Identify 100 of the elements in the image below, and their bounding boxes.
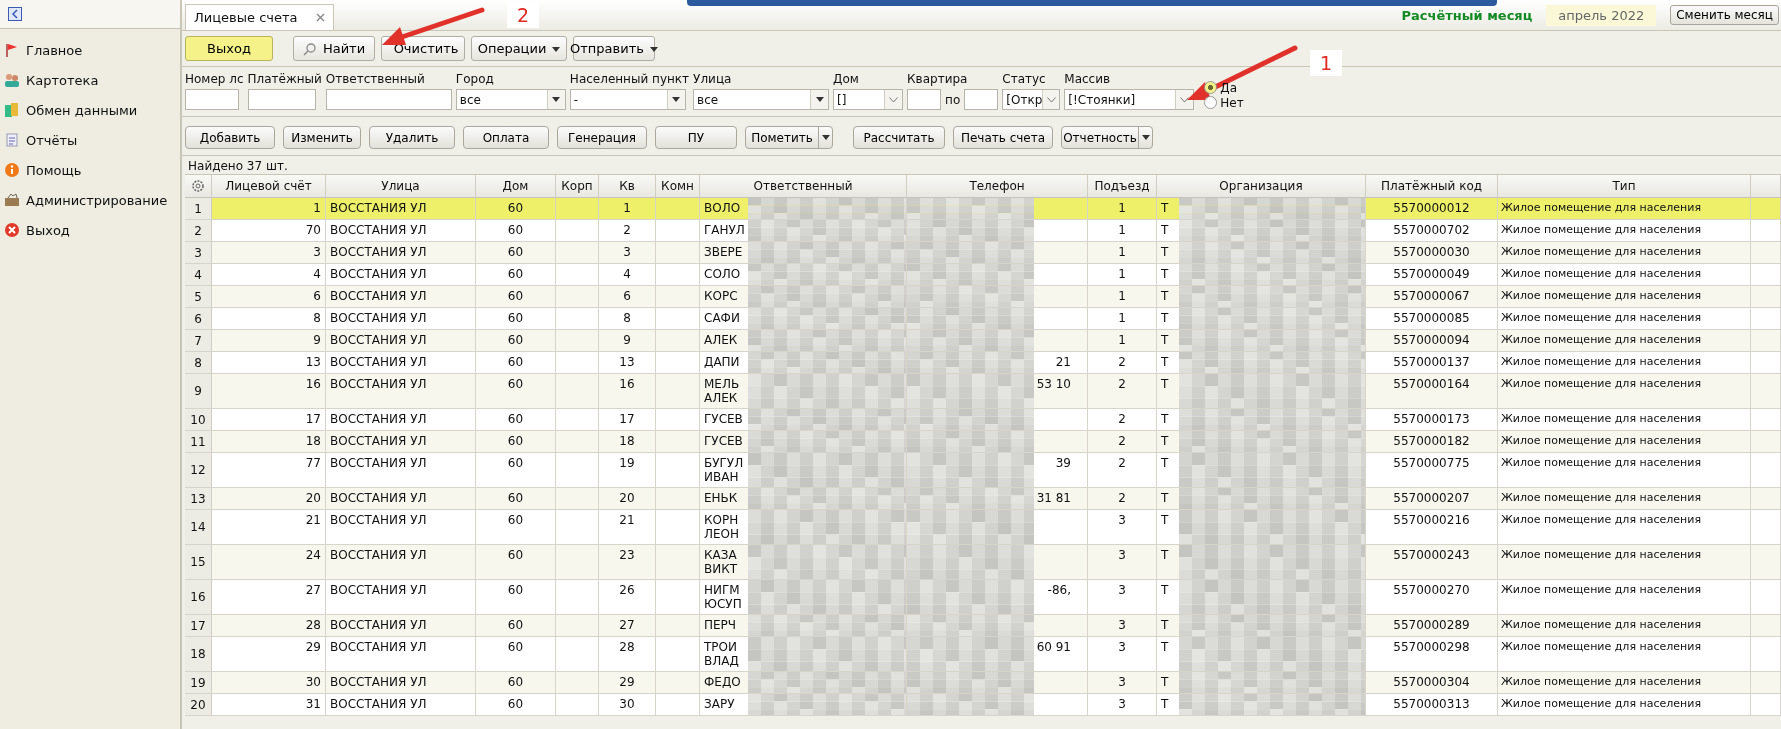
filter-combo[interactable]: [!Стоянки] — [1064, 89, 1195, 110]
caret-icon — [649, 46, 658, 52]
table-cell: ЗАРУ — [700, 694, 907, 716]
action-button[interactable]: Оплата — [463, 126, 549, 149]
table-cell: ФЕДО — [700, 672, 907, 694]
table-row[interactable]: 10 17 ВОССТАНИЯ УЛ 60 17 ГУСЕВ 2 Т 5570000173 Жилое помещение для населения — [185, 409, 1781, 431]
table-cell: 30 — [599, 694, 656, 716]
table-row[interactable]: 16 27 ВОССТАНИЯ УЛ 60 26 НИГМ ЮСУП -86, 3 Т 5570000270 Жилое помещение для населения — [185, 580, 1781, 615]
sidebar-item[interactable]: Выход — [0, 215, 180, 245]
filter-field[interactable] — [185, 89, 239, 110]
action-button[interactable]: Рассчитать — [853, 126, 945, 149]
action-button[interactable]: ПУ — [655, 126, 737, 149]
sidebar-item[interactable]: Помощь — [0, 155, 180, 185]
table-row[interactable]: 2 70 ВОССТАНИЯ УЛ 60 2 ГАНУЛ 1 Т 5570000702 Жилое помещение для населения — [185, 220, 1781, 242]
table-cell: ГАНУЛ — [700, 220, 907, 242]
table-row[interactable]: 3 3 ВОССТАНИЯ УЛ 60 3 ЗВЕРЕ 1 Т 5570000030 Жилое помещение для населения — [185, 242, 1781, 264]
table-row[interactable]: 6 8 ВОССТАНИЯ УЛ 60 8 САФИ 1 Т 5570000085 Жилое помещение для населения — [185, 308, 1781, 330]
table-cell: Т — [1157, 409, 1366, 431]
table-cell: ВОССТАНИЯ УЛ — [326, 694, 476, 716]
split-button[interactable]: Пометить — [745, 126, 833, 149]
table-cell: ТРОИ ВЛАД — [700, 637, 907, 672]
action-button[interactable]: Изменить — [283, 126, 361, 149]
table-cell: Т — [1157, 694, 1366, 716]
toolbar-button[interactable]: Очистить — [381, 36, 465, 61]
row-number: 10 — [185, 409, 212, 431]
row-number: 9 — [185, 374, 212, 409]
range-separator: по — [945, 92, 961, 107]
toolbar-button[interactable]: Найти — [293, 36, 375, 61]
table-row[interactable]: 9 16 ВОССТАНИЯ УЛ 60 16 МЕЛЬ АЛЕК 53 10 2 Т 5570000164 Жилое помещение для населения — [185, 374, 1781, 409]
filter-combo[interactable]: [Откр — [1002, 89, 1061, 110]
table-cell: САФИ — [700, 308, 907, 330]
toolbar-button[interactable]: Выход — [185, 36, 273, 61]
settings-icon[interactable] — [191, 179, 205, 193]
filter-combo[interactable]: все — [693, 89, 830, 110]
dropdown-button[interactable]: Операции — [471, 36, 567, 61]
chevron-icon — [1046, 96, 1056, 103]
row-number: 8 — [185, 352, 212, 374]
close-icon[interactable] — [315, 13, 325, 22]
change-month-button[interactable]: Сменить месяц — [1670, 5, 1779, 25]
found-count: Найдено 37 шт. — [187, 158, 289, 174]
sidebar-label: Администрирование — [26, 192, 168, 208]
table-cell: 3 — [1088, 694, 1157, 716]
annotation-number: 1 — [1310, 50, 1343, 76]
sidebar-item[interactable]: Главное — [0, 35, 180, 65]
sidebar-item[interactable]: Обмен данными — [0, 95, 180, 125]
table-row[interactable]: 12 77 ВОССТАНИЯ УЛ 60 19 БУГУЛ ИВАН 39 2 Т 5570000775 Жилое помещение для населения — [185, 453, 1781, 488]
table-row[interactable]: 4 4 ВОССТАНИЯ УЛ 60 4 СОЛО 1 Т 5570000049 Жилое помещение для населения — [185, 264, 1781, 286]
tab[interactable]: Лицевые счета — [185, 4, 334, 30]
table-cell: МЕЛЬ АЛЕК — [700, 374, 907, 409]
sidebar-item[interactable]: Администрирование — [0, 185, 180, 215]
filter-combo[interactable]: все — [455, 89, 566, 110]
table-row[interactable]: 1 1 ВОССТАНИЯ УЛ 60 1 ВОЛО 1 Т 5570000012 Жилое помещение для населения — [185, 198, 1781, 220]
filter-field[interactable] — [907, 89, 942, 110]
table-row[interactable]: 5 6 ВОССТАНИЯ УЛ 60 6 КОРС 1 Т 5570000067 Жилое помещение для населения — [185, 286, 1781, 308]
collapse-icon[interactable] — [8, 7, 22, 21]
table-cell: НИГМ ЮСУП — [700, 580, 907, 615]
table-cell: Т — [1157, 488, 1366, 510]
table-cell: Т — [1157, 510, 1366, 545]
filter-label: Платёжный — [247, 72, 322, 86]
table-row[interactable]: 17 28 ВОССТАНИЯ УЛ 60 27 ПЕРЧ 3 Т 5570000289 Жилое помещение для населения — [185, 615, 1781, 637]
row-number: 14 — [185, 510, 212, 545]
filter-field[interactable] — [325, 89, 452, 110]
table-row[interactable]: 20 31 ВОССТАНИЯ УЛ 60 30 ЗАРУ 3 Т 5570000313 Жилое помещение для населения — [185, 694, 1781, 716]
table-row[interactable]: 19 30 ВОССТАНИЯ УЛ 60 29 ФЕДО 3 Т 5570000304 Жилое помещение для населения — [185, 672, 1781, 694]
filter-combo[interactable]: - — [569, 89, 686, 110]
radio-button[interactable] — [1204, 96, 1218, 109]
filter-combo[interactable]: [] — [833, 89, 904, 110]
annotation-number: 2 — [507, 2, 540, 28]
filter-field[interactable] — [247, 89, 316, 110]
action-button[interactable]: Печать счета — [953, 126, 1053, 149]
split-button[interactable]: Отчетность — [1061, 126, 1153, 149]
filter-field[interactable] — [964, 89, 999, 110]
filter-label: Ответственный — [325, 72, 426, 86]
table-row[interactable]: 15 24 ВОССТАНИЯ УЛ 60 23 КАЗА ВИКТ 3 Т 5570000243 Жилое помещение для населения — [185, 545, 1781, 580]
table-cell: Т — [1157, 545, 1366, 580]
radio-label: Нет — [1220, 95, 1244, 110]
tab-title: Лицевые счета — [194, 10, 298, 25]
action-button[interactable]: Удалить — [369, 126, 455, 149]
table-row[interactable]: 11 18 ВОССТАНИЯ УЛ 60 18 ГУСЕВ 2 Т 5570000182 Жилое помещение для населения — [185, 431, 1781, 453]
table-row[interactable]: 13 20 ВОССТАНИЯ УЛ 60 20 ЕНЬК 31 81 2 Т 5570000207 Жилое помещение для населения — [185, 488, 1781, 510]
table-row[interactable]: 8 13 ВОССТАНИЯ УЛ 60 13 ДАПИ 21 2 Т 5570000137 Жилое помещение для населения — [185, 352, 1781, 374]
table-cell: 39 — [907, 453, 1088, 488]
action-button[interactable]: Добавить — [185, 126, 275, 149]
table-cell: 21 — [907, 352, 1088, 374]
row-number: 3 — [185, 242, 212, 264]
filter-label: Квартира — [907, 72, 969, 86]
sidebar-item[interactable]: Отчёты — [0, 125, 180, 155]
row-number: 15 — [185, 545, 212, 580]
chevron-icon — [1180, 96, 1190, 103]
table-cell: Т — [1157, 352, 1366, 374]
table-row[interactable]: 14 21 ВОССТАНИЯ УЛ 60 21 КОРН ЛЕОН 3 Т 5570000216 Жилое помещение для населения — [185, 510, 1781, 545]
filter-label: Статус — [1002, 72, 1047, 86]
row-number: 11 — [185, 431, 212, 453]
action-button[interactable]: Генерация — [557, 126, 647, 149]
radio-button[interactable] — [1204, 81, 1218, 94]
sidebar-item[interactable]: Картотека — [0, 65, 180, 95]
table-cell: -86, — [907, 580, 1088, 615]
row-number: 5 — [185, 286, 212, 308]
table-row[interactable]: 18 29 ВОССТАНИЯ УЛ 60 28 ТРОИ ВЛАД 60 91 3 Т 5570000298 Жилое помещение для населения — [185, 637, 1781, 672]
table-row[interactable]: 7 9 ВОССТАНИЯ УЛ 60 9 АЛЕК 1 Т 5570000094 Жилое помещение для населения — [185, 330, 1781, 352]
